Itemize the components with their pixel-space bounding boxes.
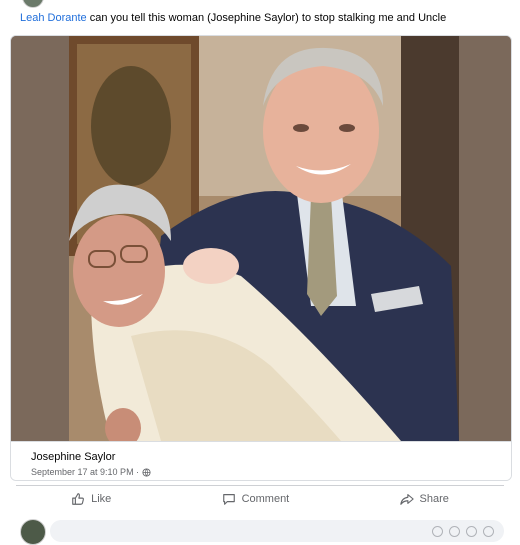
emoji-icon[interactable]	[432, 526, 443, 537]
share-button[interactable]: Share	[392, 490, 457, 508]
shared-post-card[interactable]: Josephine Saylor September 17 at 9:10 PM…	[10, 35, 512, 481]
shared-timestamp[interactable]: September 17 at 9:10 PM ·	[31, 467, 151, 477]
previous-header-strip	[0, 0, 520, 8]
comment-icon	[222, 494, 235, 505]
avatar[interactable]	[22, 0, 44, 8]
sticker-icon[interactable]	[483, 526, 494, 537]
comment-input[interactable]	[50, 520, 504, 542]
comment-button[interactable]: Comment	[214, 490, 298, 508]
like-label: Like	[91, 493, 112, 505]
action-divider	[16, 485, 504, 486]
shared-date-text[interactable]: September 17 at 9:10 PM ·	[31, 467, 139, 477]
post-caption: Leah Dorante can you tell this woman (Jo…	[20, 11, 510, 25]
thumbs-up-icon	[72, 493, 85, 505]
share-icon	[399, 494, 414, 505]
caption-text: can you tell this woman (Josephine Saylo…	[86, 12, 447, 24]
mention-link[interactable]: Leah Dorante	[20, 12, 87, 24]
user-avatar[interactable]	[20, 519, 46, 545]
post-photo[interactable]	[11, 36, 511, 441]
post-actions: Like Comment Share	[16, 488, 504, 510]
photo-illustration	[11, 36, 511, 441]
camera-icon[interactable]	[449, 526, 460, 537]
shared-author-name[interactable]: Josephine Saylor	[31, 451, 115, 463]
gif-icon[interactable]	[466, 526, 477, 537]
shared-post-info: Josephine Saylor September 17 at 9:10 PM…	[11, 441, 511, 480]
comment-label: Comment	[241, 493, 290, 505]
like-button[interactable]: Like	[63, 490, 119, 508]
globe-icon	[142, 467, 151, 477]
comment-tools	[432, 526, 494, 537]
share-label: Share	[419, 493, 449, 505]
comment-composer	[16, 515, 504, 545]
